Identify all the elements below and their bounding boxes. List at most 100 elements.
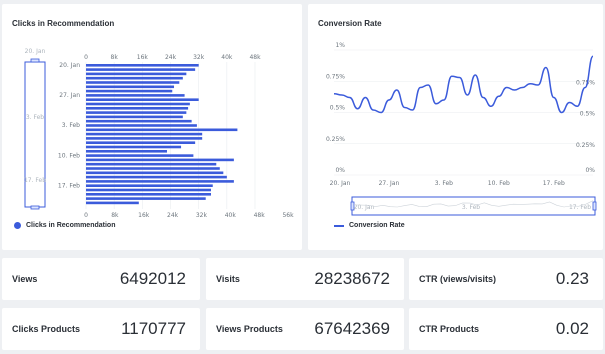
bar (86, 175, 227, 179)
stat-value: 0.23 (555, 269, 589, 288)
x-axis-tick: 10. Feb (488, 180, 510, 187)
stat-value: 1170777 (121, 319, 186, 338)
bar (86, 111, 187, 114)
conversion-line (333, 55, 594, 114)
navigator-handle-top (30, 58, 40, 63)
navigator-frame (24, 61, 46, 208)
navigator-label: 20. Jan (25, 48, 46, 55)
stat-label: CTR (views/visits) (419, 274, 497, 284)
navigator-handle-bottom (30, 205, 40, 210)
bar (86, 128, 238, 132)
stat-card-ctr-products: CTR Products 0.02 (409, 308, 603, 350)
left-axis-tick: 0.5% (330, 105, 346, 112)
category-label: 10. Feb (58, 152, 80, 159)
stat-value: 67642369 (314, 319, 390, 338)
bar (86, 188, 211, 192)
bar (86, 98, 199, 101)
stat-value: 6492012 (119, 269, 186, 288)
top-axis-tick: 24k (165, 54, 177, 61)
bar (86, 184, 213, 187)
navigator-label: 17. Feb (24, 177, 46, 184)
conversion-legend[interactable]: Conversion Rate (334, 222, 405, 229)
bottom-axis-tick: 48k (254, 212, 266, 219)
stat-label: Clicks Products (12, 324, 81, 334)
bar (86, 81, 180, 84)
x-axis-tick: 20. Jan (330, 180, 351, 187)
stat-label: Views (12, 274, 38, 284)
category-label: 3. Feb (62, 122, 80, 129)
bar (86, 154, 194, 157)
bar (86, 137, 203, 140)
bar (86, 72, 187, 76)
left-axis-tick: 0.25% (326, 136, 345, 143)
bar (86, 193, 211, 196)
left-axis-tick: 1% (335, 42, 345, 49)
stat-card-visits: Visits 28238672 (206, 258, 404, 300)
bar (86, 68, 196, 71)
clicks-legend-label: Clicks in Recommendation (26, 222, 116, 229)
left-axis-tick: 0% (335, 167, 345, 174)
bottom-axis-tick: 32k (196, 212, 208, 219)
bottom-axis-tick: 40k (225, 212, 237, 219)
navigator-label: 3. Feb (26, 114, 44, 121)
stat-value: 0.02 (555, 319, 589, 338)
stat-card-clicks-products: Clicks Products 1170777 (2, 308, 200, 350)
navigator-handle-right (592, 201, 597, 211)
right-axis-tick: 0.75% (576, 79, 595, 86)
top-axis-tick: 32k (193, 54, 205, 61)
clicks-card: Clicks in Recommendation 0 8k 16k 24k 32k 40k… (2, 4, 302, 250)
bar (86, 115, 183, 119)
legend-dot-icon (14, 222, 21, 229)
clicks-bar-chart: 0 8k 16k 24k 32k 40k 48k 0 8k 16k 24k 32k 40k 48k 56k 2… (24, 48, 294, 219)
clicks-legend[interactable]: Clicks in Recommendation (14, 222, 115, 229)
category-label: 17. Feb (58, 182, 80, 189)
right-axis-tick: 0% (585, 167, 595, 174)
x-axis-tick: 17. Feb (543, 180, 565, 187)
category-label: 20. Jan (59, 62, 80, 69)
bar (86, 89, 173, 93)
right-axis-tick: 0.5% (580, 111, 596, 118)
clicks-navigator[interactable]: 20. Jan 3. Feb 17. Feb (24, 48, 46, 210)
stat-card-views: Views 6492012 (2, 258, 200, 300)
x-axis-tick: 27. Jan (379, 180, 400, 187)
bottom-axis-tick: 0 (84, 212, 88, 219)
bar (86, 171, 224, 175)
bar (86, 85, 175, 89)
stat-card-views-products: Views Products 67642369 (206, 308, 404, 350)
bar (86, 132, 203, 136)
bottom-axis-tick: 8k (111, 212, 119, 219)
bar (86, 94, 185, 97)
top-axis-tick: 0 (84, 54, 88, 61)
category-label: 27. Jan (59, 92, 80, 99)
bar (86, 119, 192, 123)
bar (86, 197, 206, 200)
bar (86, 180, 234, 183)
top-axis-tick: 8k (111, 54, 119, 61)
stat-card-ctr: CTR (views/visits) 0.23 (409, 258, 603, 300)
bar (86, 150, 167, 153)
top-axis-tick: 40k (221, 54, 233, 61)
legend-line-icon (334, 224, 344, 227)
stat-label: Views Products (216, 324, 283, 334)
navigator-label: 17. Feb (569, 204, 591, 211)
bar (86, 145, 182, 149)
right-axis-tick: 0.25% (576, 142, 595, 149)
bar (86, 64, 199, 67)
bar (86, 162, 217, 166)
bar (86, 102, 190, 106)
bar (86, 167, 220, 170)
conversion-legend-label: Conversion Rate (349, 222, 405, 229)
conversion-navigator[interactable]: 20. Jan 3. Feb 17. Feb (350, 196, 597, 216)
top-axis-tick: 16k (137, 54, 149, 61)
bar (86, 124, 197, 127)
stat-value: 28238672 (314, 269, 390, 288)
bar (86, 107, 189, 110)
bottom-axis-tick: 24k (167, 212, 179, 219)
bottom-axis-tick: 56k (282, 212, 294, 219)
left-axis-tick: 0.75% (326, 73, 345, 80)
conversion-line-chart: 0% 0.25% 0.5% 0.75% 1% 0% 0.25% 0.5% 0.75% 20. Ja… (326, 42, 597, 216)
conversion-card: Conversion Rate 0% 0.25% 0.5% 0.75% 1% 0% 0.25… (308, 4, 603, 250)
top-axis-tick: 48k (249, 54, 261, 61)
bar (86, 141, 196, 144)
x-axis-tick: 3. Feb (435, 180, 453, 187)
